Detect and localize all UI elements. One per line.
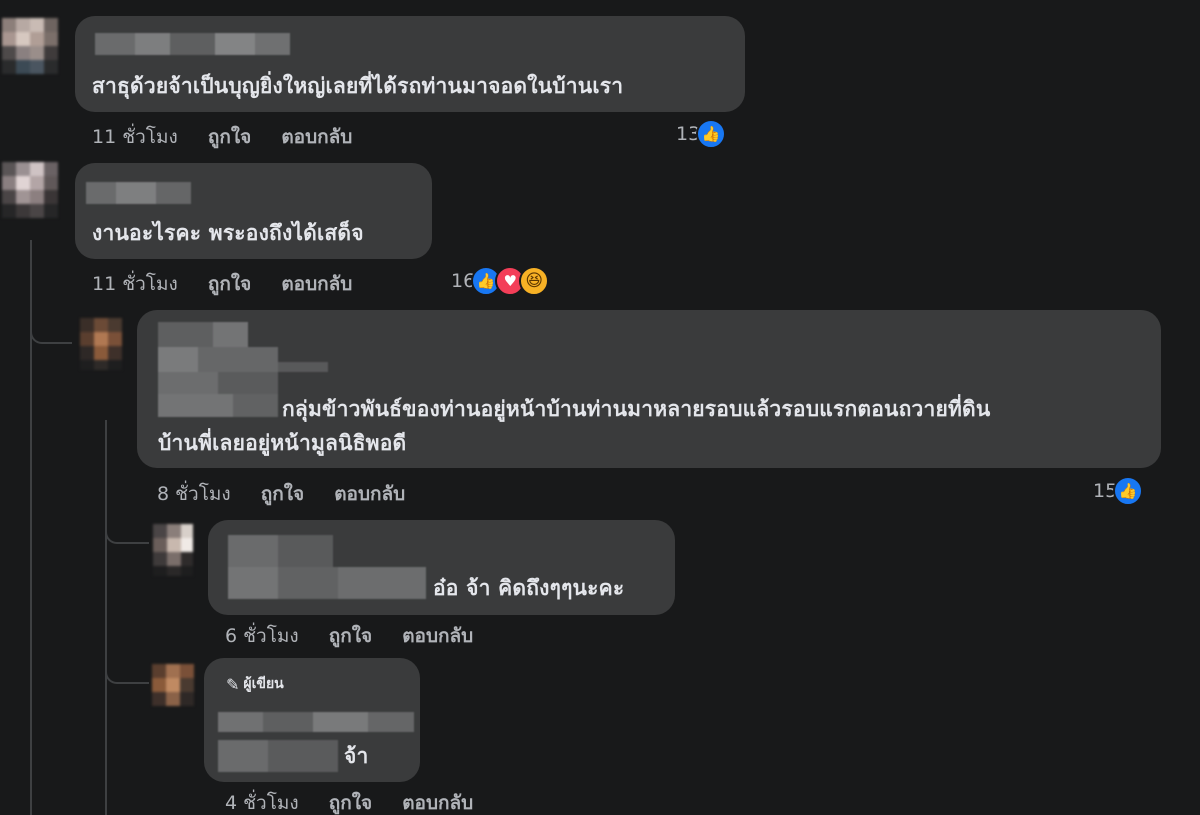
like-button[interactable]: ถูกใจ [329,621,372,651]
comment-actions: 4 ชั่วโมง ถูกใจ ตอบกลับ [225,788,497,815]
reaction-summary[interactable]: 16 👍 ♥ 😆 [451,266,550,296]
comment-text-line-1: กลุ่มข้าวพันธ์ของท่านอยู่หน้าบ้านท่านมาห… [282,397,991,421]
reply-button[interactable]: ตอบกลับ [281,122,352,152]
like-button[interactable]: ถูกใจ [261,479,304,509]
comment-actions: 8 ชั่วโมง ถูกใจ ตอบกลับ [157,479,429,509]
avatar[interactable] [80,318,124,370]
comment-text: จ้า [344,744,369,768]
thread-line [105,420,107,815]
comment-time[interactable]: 11 ชั่วโมง [92,269,178,299]
thread-connector [105,500,149,544]
thread-connector [30,300,72,344]
commenter-name[interactable] [218,712,414,772]
comment-text: งานอะไรคะ พระองถึงได้เสด็จ [92,221,364,245]
reply-button[interactable]: ตอบกลับ [281,269,352,299]
thread-connector [105,640,149,684]
avatar[interactable] [153,524,193,576]
like-button[interactable]: ถูกใจ [208,269,251,299]
comment-actions: 11 ชั่วโมง ถูกใจ ตอบกลับ [92,269,376,299]
avatar[interactable] [152,664,194,706]
avatar[interactable] [2,162,58,218]
like-icon: 👍 [696,119,727,149]
like-button[interactable]: ถูกใจ [329,788,372,815]
comment-time[interactable]: 4 ชั่วโมง [225,788,299,815]
author-badge-label: ผู้เขียน [243,676,284,692]
reaction-summary[interactable]: 13 👍 [676,119,727,149]
like-button[interactable]: ถูกใจ [208,122,251,152]
pen-icon: ✎ [226,674,240,694]
comment-time[interactable]: 11 ชั่วโมง [92,122,178,152]
commenter-name[interactable] [86,182,191,204]
comment-time[interactable]: 8 ชั่วโมง [157,479,231,509]
comment-text: อ๋อ จ้า คิดถึงๆๆนะคะ [433,576,625,600]
comment-actions: 6 ชั่วโมง ถูกใจ ตอบกลับ [225,621,497,651]
comment-actions: 11 ชั่วโมง ถูกใจ ตอบกลับ [92,122,376,152]
reply-button[interactable]: ตอบกลับ [402,788,473,815]
commenter-name[interactable] [95,33,290,55]
avatar[interactable] [2,18,58,74]
commenter-name[interactable] [228,535,426,599]
comment-text: สาธุด้วยจ้าเป็นบุญยิ่งใหญ่เลยที่ได้รถท่า… [92,74,624,98]
author-badge: ✎ ผู้เขียน [226,673,284,695]
comment-section: สาธุด้วยจ้าเป็นบุญยิ่งใหญ่เลยที่ได้รถท่า… [0,0,1200,815]
haha-icon: 😆 [519,266,550,296]
comment-time[interactable]: 6 ชั่วโมง [225,621,299,651]
reaction-summary[interactable]: 15 👍 [1093,476,1144,506]
comment-text-line-2: บ้านพี่เลยอยู่หน้ามูลนิธิพอดี [158,431,407,455]
like-icon: 👍 [1113,476,1144,506]
reply-button[interactable]: ตอบกลับ [402,621,473,651]
reply-button[interactable]: ตอบกลับ [334,479,405,509]
